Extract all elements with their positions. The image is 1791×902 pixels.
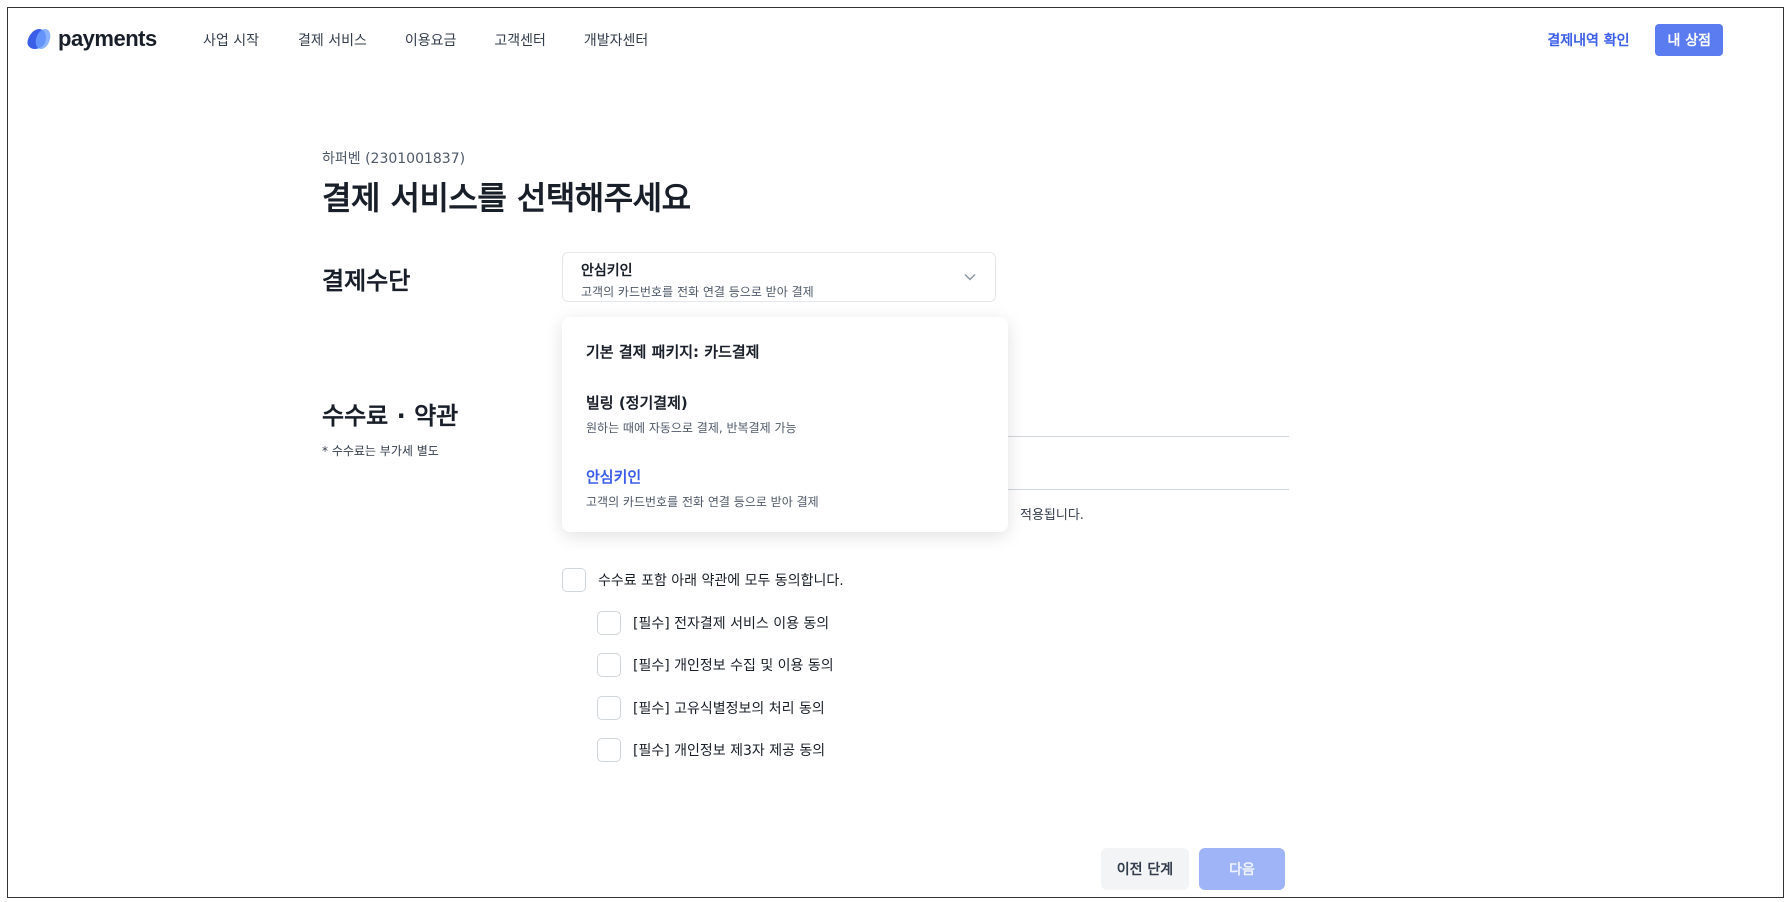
agree-item-row[interactable]: [필수] 개인정보 제3자 제공 동의: [597, 738, 825, 762]
payment-method-select[interactable]: 안심키인 고객의 카드번호를 전화 연결 등으로 받아 결제: [562, 252, 996, 302]
nav-item-pricing[interactable]: 이용요금: [405, 30, 457, 50]
agree-item-label: [필수] 개인정보 제3자 제공 동의: [633, 743, 826, 759]
dropdown-option-billing[interactable]: 빌링 (정기결제) 원하는 때에 자동으로 결제, 반복결제 가능: [586, 392, 797, 436]
app-frame: payments 사업 시작 결제 서비스 이용요금 고객센터 개발자센터 결제…: [7, 7, 1784, 898]
payment-method-label: 결제수단: [322, 267, 411, 295]
nav-item-business-start[interactable]: 사업 시작: [203, 30, 259, 50]
dropdown-option-safe-keyin[interactable]: 안심키인 고객의 카드번호를 전화 연결 등으로 받아 결제: [586, 466, 819, 510]
agree-all-label: 수수료 포함 아래 약관에 모두 동의합니다.: [598, 573, 844, 589]
top-header: payments 사업 시작 결제 서비스 이용요금 고객센터 개발자센터 결제…: [8, 8, 1783, 70]
option-desc: 원하는 때에 자동으로 결제, 반복결제 가능: [586, 421, 797, 435]
option-title: 안심키인: [586, 468, 642, 486]
selected-method-desc: 고객의 카드번호를 전화 연결 등으로 받아 결제: [581, 285, 814, 299]
page-title: 결제 서비스를 선택해주세요: [322, 179, 691, 217]
agree-item-label: [필수] 전자결제 서비스 이용 동의: [633, 616, 830, 632]
agree-item-row[interactable]: [필수] 개인정보 수집 및 이용 동의: [597, 653, 834, 677]
main-nav: 사업 시작 결제 서비스 이용요금 고객센터 개발자센터: [203, 30, 686, 50]
payment-history-link[interactable]: 결제내역 확인: [1547, 30, 1629, 50]
dropdown-option-card[interactable]: 기본 결제 패키지: 카드결제: [586, 341, 759, 362]
nav-item-support[interactable]: 고객센터: [494, 30, 546, 50]
logo-text: payments: [58, 26, 157, 51]
fee-vat-note: * 수수료는 부가세 별도: [322, 444, 439, 458]
header-actions: 결제내역 확인 내 상점: [1547, 24, 1723, 56]
payment-method-dropdown: 기본 결제 패키지: 카드결제 빌링 (정기결제) 원하는 때에 자동으로 결제…: [562, 317, 1008, 532]
payments-logo-icon: [25, 27, 53, 51]
nav-item-payment-service[interactable]: 결제 서비스: [298, 30, 367, 50]
logo[interactable]: payments: [25, 26, 157, 52]
agree-item-checkbox[interactable]: [597, 611, 621, 635]
agree-all-checkbox[interactable]: [562, 568, 586, 592]
prev-step-button[interactable]: 이전 단계: [1101, 848, 1189, 890]
agree-item-label: [필수] 개인정보 수집 및 이용 동의: [633, 658, 834, 674]
fee-info-text: 적용됩니다.: [1020, 508, 1084, 523]
fees-terms-label: 수수료 · 약관: [322, 402, 459, 430]
nav-item-developer[interactable]: 개발자센터: [584, 30, 648, 50]
agree-all-row[interactable]: 수수료 포함 아래 약관에 모두 동의합니다.: [562, 568, 844, 592]
agree-item-checkbox[interactable]: [597, 653, 621, 677]
selected-method-title: 안심키인: [581, 263, 633, 279]
my-store-button[interactable]: 내 상점: [1655, 24, 1723, 56]
chevron-down-icon: [964, 273, 976, 281]
agree-item-row[interactable]: [필수] 전자결제 서비스 이용 동의: [597, 611, 829, 635]
next-button[interactable]: 다음: [1199, 848, 1285, 890]
option-title: 빌링 (정기결제): [586, 394, 688, 412]
agree-item-checkbox[interactable]: [597, 696, 621, 720]
option-desc: 고객의 카드번호를 전화 연결 등으로 받아 결제: [586, 495, 819, 509]
agree-item-row[interactable]: [필수] 고유식별정보의 처리 동의: [597, 696, 825, 720]
merchant-id: 하퍼벤 (2301001837): [322, 151, 466, 167]
agree-item-checkbox[interactable]: [597, 738, 621, 762]
agree-item-label: [필수] 고유식별정보의 처리 동의: [633, 701, 825, 717]
